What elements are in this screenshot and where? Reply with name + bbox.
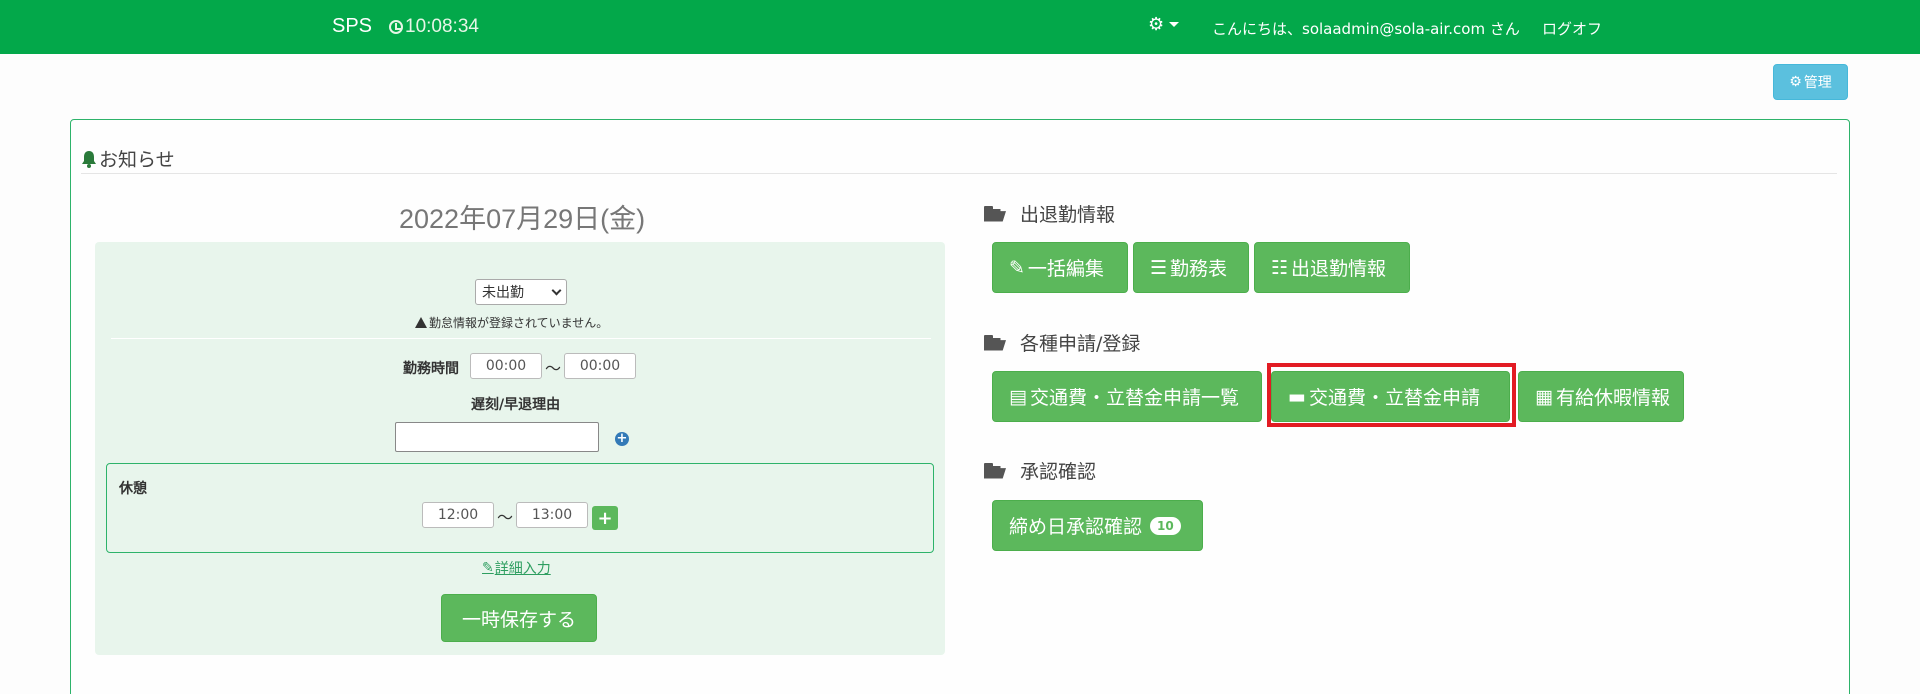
settings-dropdown[interactable]: ⚙ xyxy=(1148,14,1180,35)
chevron-down-icon xyxy=(551,285,562,295)
attendance-status-select[interactable]: 未出勤 xyxy=(475,279,567,305)
button-label: 交通費・立替金申請一覧 xyxy=(1029,387,1239,409)
section-heading-applications: 各種申請/登録 xyxy=(984,329,1140,356)
break-start-input[interactable]: 12:00 xyxy=(422,502,494,528)
clock: 10:08:34 xyxy=(389,16,479,38)
server-icon: ☷ xyxy=(1271,256,1289,279)
logoff-link[interactable]: ログオフ xyxy=(1542,18,1602,39)
button-label: 勤務表 xyxy=(1170,258,1228,280)
clock-time: 10:08:34 xyxy=(405,16,479,37)
paid-leave-button[interactable]: ▦ 有給休暇情報 xyxy=(1518,371,1684,422)
divider xyxy=(111,338,931,339)
work-end-input[interactable]: 00:00 xyxy=(564,353,636,379)
temp-save-button[interactable]: 一時保存する xyxy=(441,594,597,642)
attendance-info-button[interactable]: ☷ 出退勤情報 xyxy=(1254,242,1410,293)
list-alt-icon: ▤ xyxy=(1009,385,1027,408)
folder-open-icon xyxy=(984,334,1006,351)
list-icon: ☰ xyxy=(1150,256,1168,279)
section-heading-approval: 承認確認 xyxy=(984,457,1096,484)
work-time-label: 勤務時間 xyxy=(403,361,459,377)
attendance-date: 2022年07月29日(金) xyxy=(399,204,646,234)
break-end-input[interactable]: 13:00 xyxy=(516,502,588,528)
notice-panel: お知らせ 2022年07月29日(金) 未出勤 勤怠情報が登録されていません。 … xyxy=(70,119,1850,694)
attendance-form: 未出勤 勤怠情報が登録されていません。 勤務時間 00:00 〜 00:00 遅… xyxy=(95,242,945,655)
detail-input-link[interactable]: ✎ 詳細入力 xyxy=(482,558,551,578)
bulk-edit-button[interactable]: ✎ 一括編集 xyxy=(992,242,1128,293)
button-label: 締め日承認確認 xyxy=(1009,516,1143,538)
folder-open-icon xyxy=(984,205,1006,222)
tilde-separator: 〜 xyxy=(545,359,562,378)
add-reason-icon[interactable]: + xyxy=(615,432,629,446)
calendar-icon: ▦ xyxy=(1535,385,1553,408)
count-badge: 10 xyxy=(1150,516,1181,535)
warning-text: 勤怠情報が登録されていません。 xyxy=(429,316,609,330)
break-section: 休憩 12:00 〜 13:00 + xyxy=(106,463,934,553)
late-reason-label: 遅刻/早退理由 xyxy=(471,397,561,413)
button-label: 出退勤情報 xyxy=(1291,258,1387,280)
admin-button[interactable]: ⚙ 管理 xyxy=(1773,64,1848,100)
section-heading-attendance: 出退勤情報 xyxy=(984,200,1115,227)
section-title: 各種申請/登録 xyxy=(1020,333,1141,355)
closing-approval-button[interactable]: 締め日承認確認 10 xyxy=(992,500,1203,551)
bell-icon xyxy=(82,150,96,168)
button-label: 有給休暇情報 xyxy=(1555,387,1670,409)
break-label: 休憩 xyxy=(119,481,147,497)
section-title: 承認確認 xyxy=(1020,461,1097,483)
status-selected-value: 未出勤 xyxy=(482,285,524,301)
notice-heading-label: お知らせ xyxy=(99,149,175,171)
caret-down-icon xyxy=(1169,22,1180,27)
work-start-input[interactable]: 00:00 xyxy=(470,353,542,379)
warning-message: 勤怠情報が登録されていません。 xyxy=(415,314,608,331)
top-navbar: SPS 10:08:34 ⚙ こんにちは、solaadmin@sola-air.… xyxy=(0,0,1920,54)
timesheet-button[interactable]: ☰ 勤務表 xyxy=(1133,242,1249,293)
warning-icon xyxy=(415,317,427,328)
greeting-text: こんにちは、solaadmin@sola-air.com さん xyxy=(1212,20,1520,38)
clock-icon xyxy=(389,20,403,34)
admin-button-label: 管理 xyxy=(1803,75,1832,91)
add-break-button[interactable]: + xyxy=(592,506,618,530)
expense-list-button[interactable]: ▤ 交通費・立替金申請一覧 xyxy=(992,371,1262,422)
highlight-box xyxy=(1267,363,1516,427)
folder-open-icon xyxy=(984,462,1006,479)
gear-icon: ⚙ xyxy=(1148,14,1165,35)
notice-heading: お知らせ xyxy=(81,145,175,172)
tilde-separator: 〜 xyxy=(497,508,514,527)
pencil-icon: ✎ xyxy=(482,560,494,576)
button-label: 一括編集 xyxy=(1027,258,1104,280)
gear-icon: ⚙ xyxy=(1789,74,1802,90)
plus-icon: + xyxy=(597,507,613,529)
brand-link[interactable]: SPS xyxy=(332,15,372,38)
detail-link-label: 詳細入力 xyxy=(494,561,551,577)
late-reason-input[interactable] xyxy=(395,422,599,452)
divider xyxy=(81,173,1837,174)
pencil-icon: ✎ xyxy=(1009,256,1025,279)
section-title: 出退勤情報 xyxy=(1020,204,1116,226)
